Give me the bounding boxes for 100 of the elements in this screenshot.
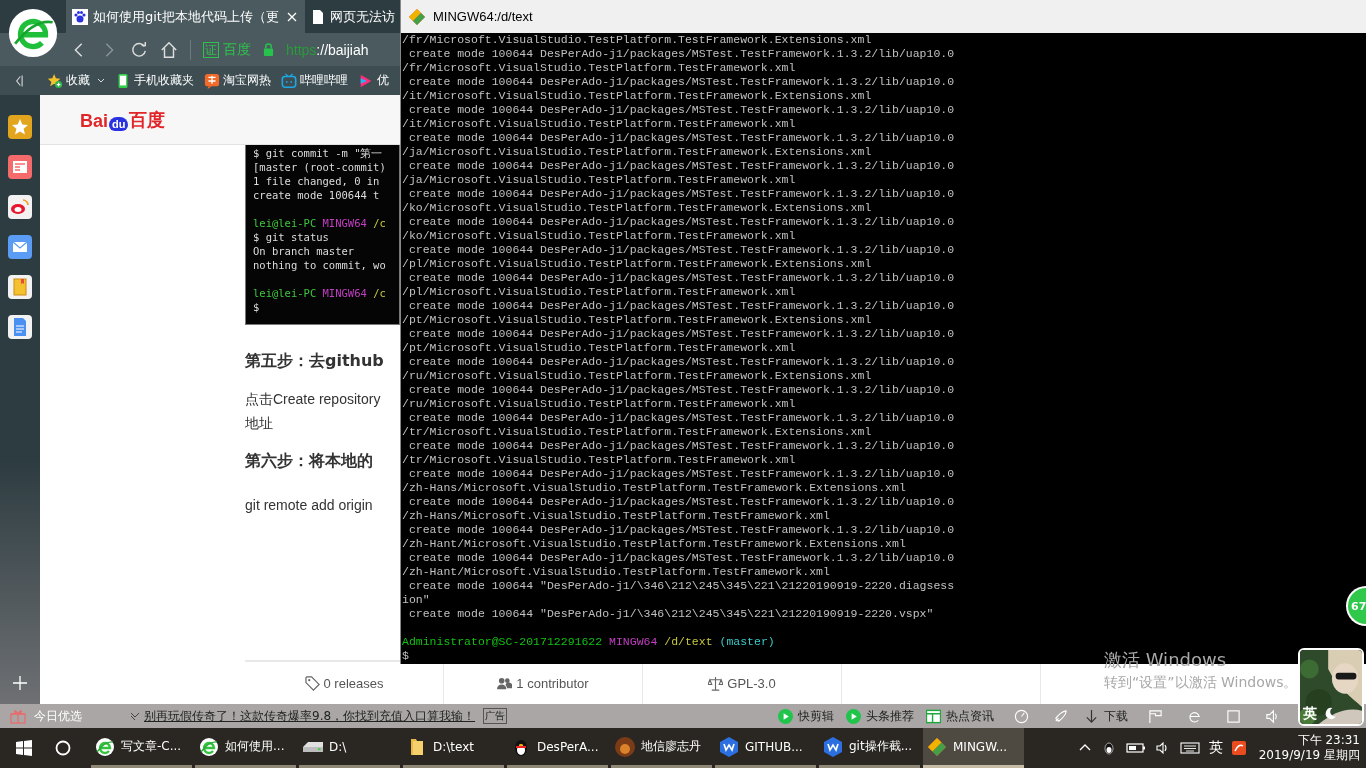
terminal-line: nothing to commit, wo (253, 258, 387, 272)
terminal-line: /zh-Hans/Microsoft.VisualStudio.TestPlatform.TestFramework.Extensions.xml (402, 481, 906, 495)
browser-logo-icon[interactable] (8, 8, 58, 58)
toolbar-link[interactable]: 热点资讯 (926, 707, 994, 725)
taskbar-button[interactable]: 写文章-C... (91, 728, 192, 768)
bookmark-item[interactable]: 手机收藏夹 (115, 72, 194, 89)
terminal-line: create mode 100644 DesPerAdo-j1/packages/MSTest.TestFramework.1.3.2/lib/uap10.0 (407, 47, 955, 61)
collapse-icon[interactable] (14, 73, 23, 88)
chevron-icon[interactable] (130, 712, 140, 720)
play-icon (846, 708, 861, 724)
browser-icon (199, 736, 219, 757)
ad-link[interactable]: 别再玩假传奇了！这款传奇爆率9.8，你找到充值入口算我输！ (144, 707, 476, 725)
app-icon[interactable] (1231, 741, 1246, 755)
taskbar-button[interactable]: 如何使用... (195, 728, 296, 768)
terminal-line: /it/Microsoft.VisualStudio.TestPlatform.TestFramework.xml (402, 117, 796, 131)
terminal-line: /ja/Microsoft.VisualStudio.TestPlatform.TestFramework.xml (402, 173, 796, 187)
address-field[interactable]: https://baijiah (286, 41, 369, 58)
toolbar-link[interactable]: 快剪辑 (778, 707, 834, 725)
terminal-line: create mode 100644 t (253, 188, 381, 202)
terminal-line: create mode 100644 DesPerAdo-j1/packages/MSTest.TestFramework.1.3.2/lib/uap10.0 (407, 523, 955, 537)
terminal-line: create mode 100644 DesPerAdo-j1/packages/MSTest.TestFramework.1.3.2/lib/uap10.0 (407, 495, 955, 509)
terminal-line: /fr/Microsoft.VisualStudio.TestPlatform.TestFramework.xml (402, 61, 796, 75)
git-icon (927, 736, 947, 757)
step-heading: 第六步：将本地的 (245, 450, 374, 472)
document-icon[interactable] (8, 315, 32, 339)
shop-icon (204, 72, 220, 89)
step-heading: 第五步：去github (245, 350, 385, 372)
terminal-line: create mode 100644 DesPerAdo-j1/packages/MSTest.TestFramework.1.3.2/lib/uap10.0 (407, 131, 955, 145)
bookmark-item[interactable]: 优 (358, 72, 389, 89)
terminal-line: On branch master (253, 244, 356, 258)
clock-date: 2019/9/19 星期四 (1258, 748, 1360, 763)
terminal-line: create mode 100644 DesPerAdo-j1/packages/MSTest.TestFramework.1.3.2/lib/uap10.0 (407, 271, 955, 285)
taskbar-button[interactable]: GITHUB... (715, 728, 816, 768)
taskbar-button[interactable]: D:\text (403, 728, 504, 768)
site-name: 百度 (223, 40, 251, 59)
terminal-line: $ git status (253, 230, 330, 244)
terminal-line: create mode 100644 "DesPerAdo-j1/\346\212\245\345\221\21220190919-2220.vspx" (407, 607, 934, 621)
battery-icon[interactable] (1125, 741, 1146, 755)
command-text: git remote add origin (245, 496, 374, 515)
terminal-line: /tr/Microsoft.VisualStudio.TestPlatform.TestFramework.Extensions.xml (402, 425, 872, 439)
home-icon[interactable] (160, 40, 178, 59)
reload-icon[interactable] (130, 40, 148, 59)
taskbar-button[interactable]: D:\ (299, 728, 400, 768)
terminal-line: /zh-Hant/Microsoft.VisualStudio.TestPlatform.TestFramework.xml (402, 565, 830, 579)
taskbar-button[interactable]: MINGW... (923, 728, 1024, 768)
download-button[interactable]: 下载 (1084, 707, 1128, 725)
terminal-line: /ja/Microsoft.VisualStudio.TestPlatform.TestFramework.Extensions.xml (402, 145, 872, 159)
paragraph-line: 点击Create repository (245, 390, 382, 409)
paw-icon (72, 8, 88, 25)
drive-icon (303, 741, 323, 752)
toolbar-link[interactable]: 头条推荐 (846, 707, 914, 725)
terminal-line: /zh-Hans/Microsoft.VisualStudio.TestPlatform.TestFramework.xml (402, 509, 830, 523)
volume-icon[interactable] (1155, 741, 1170, 755)
ime-indicator[interactable]: 英 (1208, 739, 1223, 757)
bookmark-item[interactable]: 收藏 (47, 72, 105, 89)
terminal-line: create mode 100644 DesPerAdo-j1/packages/MSTest.TestFramework.1.3.2/lib/uap10.0 (407, 355, 955, 369)
news-icon[interactable] (8, 155, 32, 179)
mail-icon[interactable] (8, 235, 32, 259)
browser-tab[interactable]: 如何使用git把本地代码上传（更 (66, 0, 305, 33)
bookmark-item[interactable]: 哔哩哔哩 (281, 72, 348, 89)
book-icon[interactable] (8, 275, 32, 299)
terminal-line: /pt/Microsoft.VisualStudio.TestPlatform.TestFramework.Extensions.xml (402, 313, 872, 327)
taskbar-button[interactable]: DesPerA... (507, 728, 608, 768)
people-icon (497, 675, 513, 691)
bookmark-item[interactable]: 淘宝网热 (204, 72, 271, 89)
clock[interactable]: 下午 23:31 2019/9/19 星期四 (1250, 733, 1366, 763)
add-icon[interactable] (13, 676, 27, 690)
activation-hint: 转到“设置”以激活 Windows。 (1104, 673, 1298, 692)
terminal-cursor-line[interactable]: $ (402, 649, 409, 663)
terminal-line: /tr/Microsoft.VisualStudio.TestPlatform.TestFramework.xml (402, 453, 796, 467)
star-icon (47, 72, 63, 89)
keyboard-icon[interactable] (1179, 741, 1200, 755)
close-icon[interactable] (287, 11, 297, 22)
news-icon (926, 708, 941, 724)
terminal-line: /pl/Microsoft.VisualStudio.TestPlatform.TestFramework.Extensions.xml (402, 257, 872, 271)
tag-icon (304, 675, 320, 691)
wps-icon (823, 736, 843, 757)
terminal-line: /pl/Microsoft.VisualStudio.TestPlatform.TestFramework.xml (402, 285, 796, 299)
git-icon (409, 8, 425, 25)
taskbar-button[interactable]: git操作截... (819, 728, 920, 768)
moon-icon[interactable] (1324, 707, 1337, 720)
terminal-line: create mode 100644 DesPerAdo-j1/packages/MSTest.TestFramework.1.3.2/lib/uap10.0 (407, 75, 955, 89)
window-title: MINGW64:/d/text (433, 9, 533, 24)
avatar-icon (615, 736, 635, 757)
terminal-line: /ko/Microsoft.VisualStudio.TestPlatform.TestFramework.Extensions.xml (402, 201, 872, 215)
play-icon (778, 708, 793, 724)
terminal-line: create mode 100644 DesPerAdo-j1/packages/MSTest.TestFramework.1.3.2/lib/uap10.0 (407, 327, 955, 341)
terminal-line: /it/Microsoft.VisualStudio.TestPlatform.TestFramework.Extensions.xml (402, 89, 872, 103)
terminal-line: create mode 100644 DesPerAdo-j1/packages/MSTest.TestFramework.1.3.2/lib/uap10.0 (407, 551, 955, 565)
weibo-icon[interactable] (8, 195, 32, 219)
start-icon[interactable] (16, 740, 32, 756)
tv-icon (281, 72, 297, 89)
lock-icon (263, 43, 274, 56)
baidu-logo[interactable]: Bai du 百度 (80, 107, 166, 132)
search-icon[interactable] (55, 740, 71, 756)
penguin-icon[interactable] (1101, 741, 1116, 755)
taskbar-button[interactable]: 地信廖志丹 (611, 728, 712, 768)
wps-icon (719, 736, 739, 757)
caret-icon (97, 78, 105, 83)
terminal-line: ion" (402, 593, 430, 607)
